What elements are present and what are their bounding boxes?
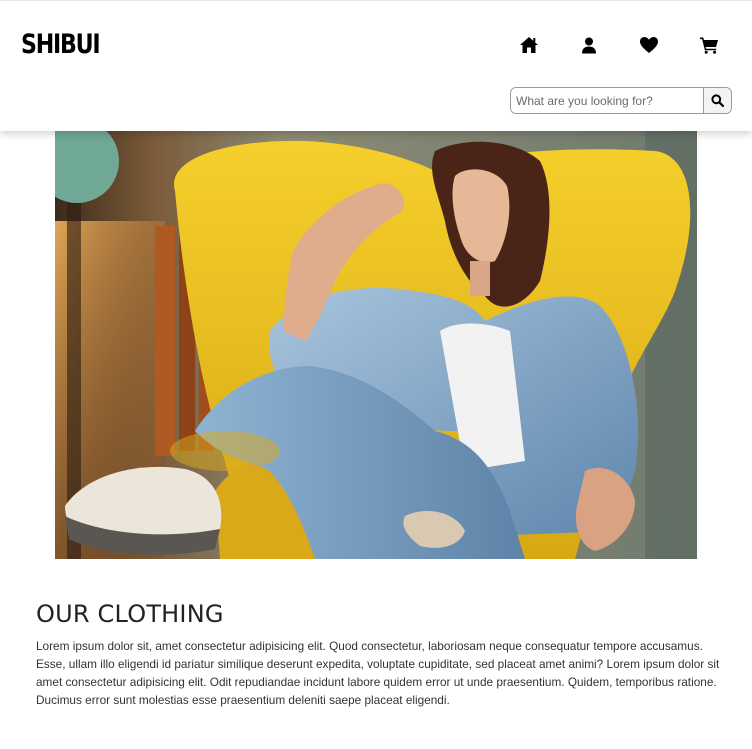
section-title: OUR CLOTHING (36, 600, 224, 628)
search-icon (711, 94, 724, 107)
search-button[interactable] (703, 88, 731, 113)
home-icon[interactable] (518, 34, 540, 56)
hero-photo (55, 131, 697, 559)
heart-icon[interactable] (638, 34, 660, 56)
site-header: SHIBUI (0, 0, 752, 131)
section-body-text: Lorem ipsum dolor sit, amet consectetur … (36, 639, 720, 707)
search-input[interactable] (511, 88, 703, 113)
hero-image (55, 131, 697, 559)
cart-icon[interactable] (698, 34, 720, 56)
user-icon[interactable] (578, 34, 600, 56)
site-logo[interactable]: SHIBUI (21, 29, 101, 60)
search-bar (510, 87, 732, 114)
